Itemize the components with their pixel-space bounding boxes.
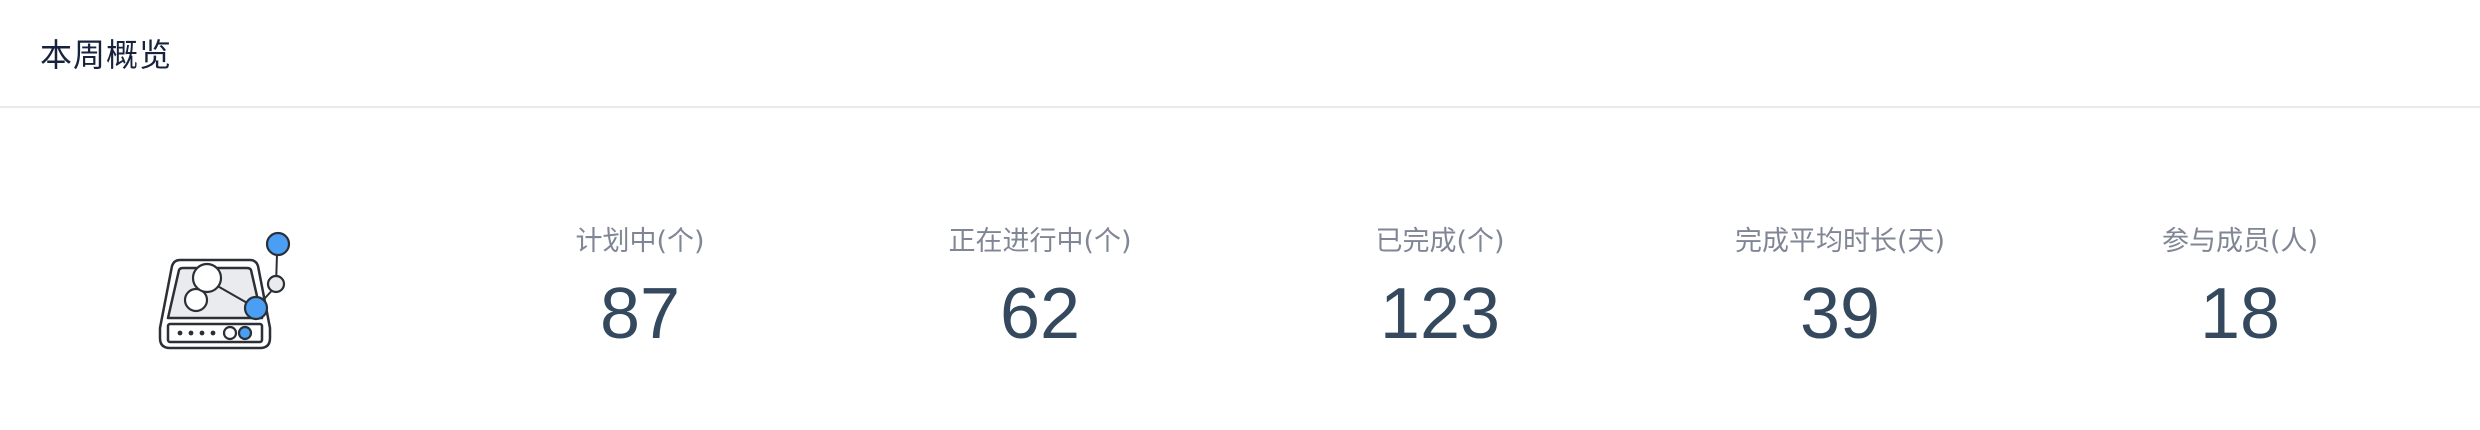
stat-value: 18 <box>2199 274 2281 354</box>
card-body: 计划中(个) 87 正在进行中(个) 62 已完成(个) 123 完成平均时长(… <box>0 108 2480 430</box>
card-header: 本周概览 <box>0 0 2480 108</box>
stat-label: 参与成员(人) <box>2161 226 2319 257</box>
stat-completed: 已完成(个) 123 <box>1250 222 1630 352</box>
card-title: 本周概览 <box>40 36 173 74</box>
stat-value: 123 <box>1379 274 1501 354</box>
weekly-overview-card: 本周概览 计划中(个) 87 正在进行中(个) 62 已完成(个) 123 完成… <box>0 0 2480 430</box>
stat-value: 87 <box>599 274 681 354</box>
stat-in-progress: 正在进行中(个) 62 <box>850 222 1230 352</box>
stat-value: 62 <box>999 274 1081 354</box>
stat-label: 已完成(个) <box>1375 226 1505 257</box>
stat-label: 计划中(个) <box>575 226 705 257</box>
stat-planned: 计划中(个) 87 <box>450 222 830 352</box>
stat-value: 39 <box>1799 274 1881 354</box>
network-drive-icon <box>150 178 350 368</box>
stat-label: 正在进行中(个) <box>948 226 1132 257</box>
stat-label: 完成平均时长(天) <box>1734 226 1946 257</box>
stat-members: 参与成员(人) 18 <box>2050 222 2430 352</box>
stat-avg-duration: 完成平均时长(天) 39 <box>1650 222 2030 352</box>
